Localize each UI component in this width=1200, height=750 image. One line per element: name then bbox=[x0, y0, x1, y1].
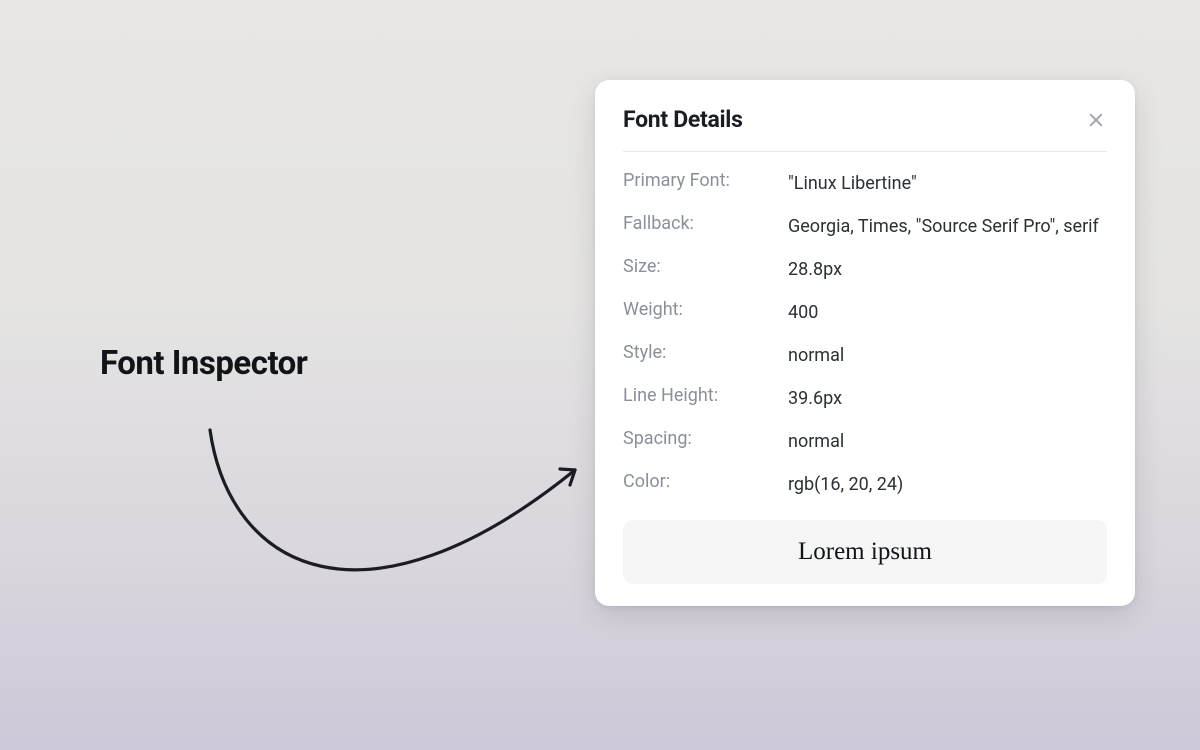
card-header: Font Details bbox=[623, 106, 1107, 152]
label-size: Size: bbox=[623, 256, 788, 277]
row-weight: Weight: 400 bbox=[623, 299, 1107, 326]
value-spacing: normal bbox=[788, 428, 844, 455]
row-color: Color: rgb(16, 20, 24) bbox=[623, 471, 1107, 498]
row-line-height: Line Height: 39.6px bbox=[623, 385, 1107, 412]
row-spacing: Spacing: normal bbox=[623, 428, 1107, 455]
label-fallback: Fallback: bbox=[623, 213, 788, 234]
label-line-height: Line Height: bbox=[623, 385, 788, 406]
font-details-card: Font Details Primary Font: "Linux Libert… bbox=[595, 80, 1135, 606]
value-primary-font: "Linux Libertine" bbox=[788, 170, 917, 197]
close-button[interactable] bbox=[1085, 109, 1107, 131]
value-color: rgb(16, 20, 24) bbox=[788, 471, 903, 498]
value-weight: 400 bbox=[788, 299, 818, 326]
row-style: Style: normal bbox=[623, 342, 1107, 369]
row-size: Size: 28.8px bbox=[623, 256, 1107, 283]
sample-text: Lorem ipsum bbox=[643, 538, 1087, 566]
close-icon bbox=[1087, 111, 1105, 129]
row-primary-font: Primary Font: "Linux Libertine" bbox=[623, 170, 1107, 197]
value-fallback: Georgia, Times, "Source Serif Pro", seri… bbox=[788, 213, 1099, 240]
card-title: Font Details bbox=[623, 106, 743, 133]
annotation-arrow bbox=[190, 420, 590, 630]
caption-text: Font Inspector bbox=[100, 344, 307, 383]
label-weight: Weight: bbox=[623, 299, 788, 320]
label-style: Style: bbox=[623, 342, 788, 363]
value-line-height: 39.6px bbox=[788, 385, 842, 412]
label-primary-font: Primary Font: bbox=[623, 170, 788, 191]
sample-box: Lorem ipsum bbox=[623, 520, 1107, 584]
value-size: 28.8px bbox=[788, 256, 842, 283]
value-style: normal bbox=[788, 342, 844, 369]
label-spacing: Spacing: bbox=[623, 428, 788, 449]
row-fallback: Fallback: Georgia, Times, "Source Serif … bbox=[623, 213, 1107, 240]
label-color: Color: bbox=[623, 471, 788, 492]
